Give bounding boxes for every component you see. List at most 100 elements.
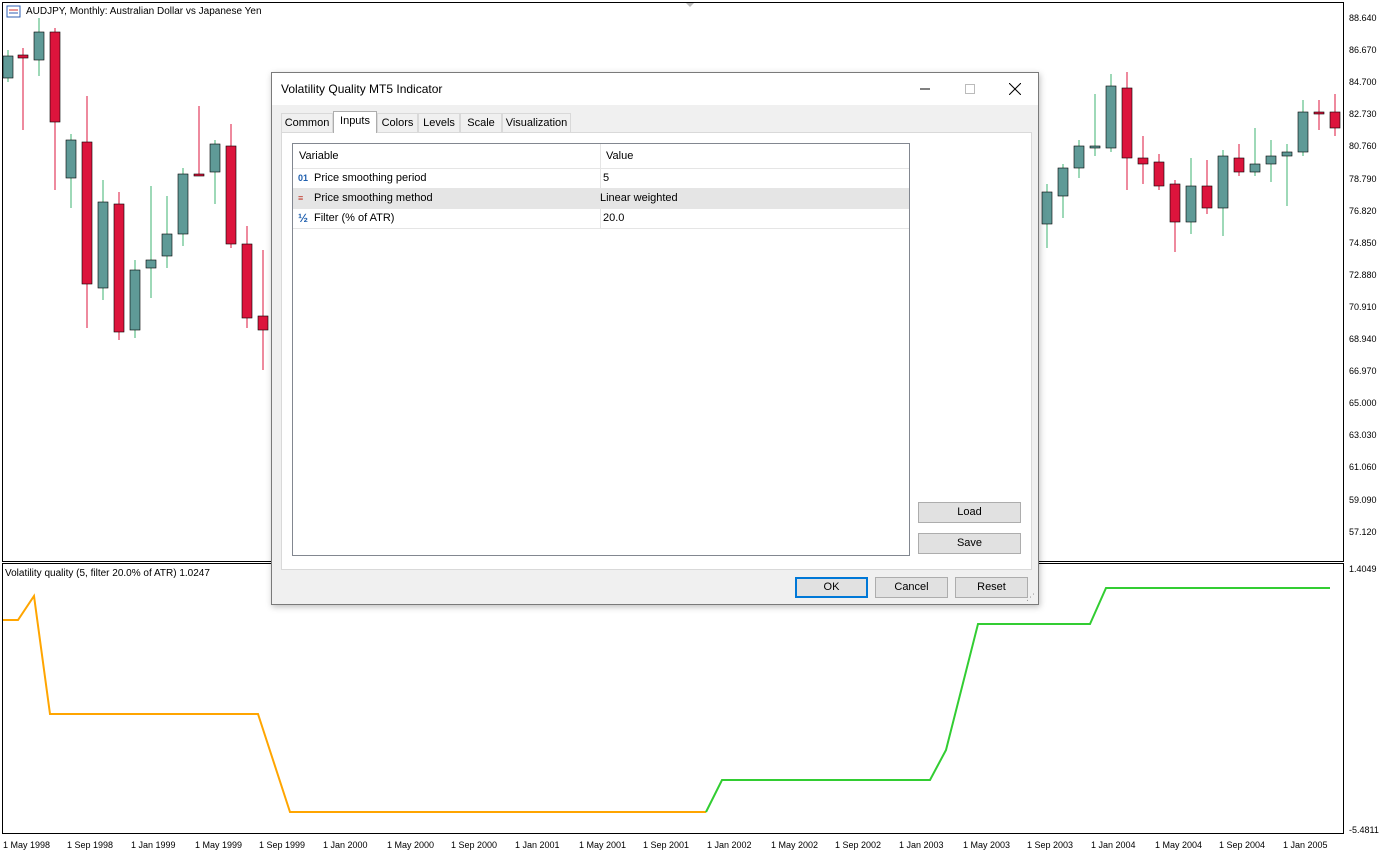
time-axis-label: 1 May 2002 [771, 840, 819, 850]
time-axis-label: 1 Sep 2004 [1219, 840, 1266, 850]
price-axis-label: 76.820 [1349, 205, 1377, 216]
price-axis-label: 68.940 [1349, 334, 1377, 344]
candle-body [225, 145, 237, 245]
price-axis-label: 74.850 [1349, 237, 1377, 248]
price-axis-label: 86.670 [1349, 45, 1377, 56]
price-axis-label: 61.060 [1349, 462, 1377, 473]
candle-body [1137, 157, 1149, 165]
column-separator [600, 169, 601, 188]
candle-body [1041, 191, 1053, 225]
candle-body [241, 243, 253, 319]
price-axis-label: 78.790 [1349, 173, 1377, 184]
time-axis-label: 1 Jan 2000 [323, 840, 368, 850]
price-axis-label: 59.090 [1349, 494, 1377, 505]
candle-body [81, 141, 93, 285]
time-axis-label: 1 Sep 2003 [1027, 840, 1074, 850]
time-axis-label: 1 Sep 1999 [259, 840, 306, 850]
dialog-title: Volatility Quality MT5 Indicator [281, 82, 443, 96]
maximize-button[interactable] [947, 73, 993, 105]
candle-body [1249, 163, 1261, 173]
column-separator [600, 209, 601, 228]
input-row-price-smoothing-period[interactable]: 01 Price smoothing period 5 [293, 169, 909, 189]
candle-body [1105, 85, 1117, 149]
column-header-value[interactable]: Value [606, 150, 633, 162]
indicator-title: Volatility quality (5, filter 20.0% of A… [5, 568, 210, 579]
candle-body [1297, 111, 1309, 153]
time-axis-label: 1 May 1999 [195, 840, 243, 850]
candle-body [33, 31, 45, 61]
grid-header: Variable Value [293, 144, 909, 169]
price-axis-label: 57.120 [1349, 526, 1377, 537]
time-axis-label: 1 Sep 1998 [67, 840, 114, 850]
input-variable-label: Filter (% of ATR) [314, 212, 395, 224]
time-axis-label: 1 Jan 2003 [899, 840, 944, 850]
price-axis-label: 82.730 [1349, 109, 1377, 120]
time-axis-label: 1 Jan 2005 [1283, 840, 1328, 850]
candle-body [1313, 111, 1325, 115]
tab-inputs[interactable]: Inputs [333, 111, 377, 133]
tab-common[interactable]: Common [281, 113, 333, 132]
input-value[interactable]: 20.0 [603, 212, 624, 224]
inputs-grid: Variable Value 01 Price smoothing period… [292, 143, 910, 556]
time-axis-label: 1 Sep 2000 [451, 840, 498, 850]
reset-button[interactable]: Reset [955, 577, 1028, 598]
time-axis-label: 1 May 1998 [3, 840, 51, 850]
input-value[interactable]: Linear weighted [600, 192, 678, 204]
candle-body [65, 139, 77, 179]
candle-body [1169, 183, 1181, 223]
candle-body [1281, 151, 1293, 157]
indicator-properties-dialog: Volatility Quality MT5 Indicator Common … [271, 72, 1039, 605]
time-axis-label: 1 May 2000 [387, 840, 435, 850]
maximize-icon [965, 84, 975, 94]
time-axis-label: 1 May 2001 [579, 840, 627, 850]
save-button[interactable]: Save [918, 533, 1021, 554]
price-axis-label: 66.970 [1349, 366, 1377, 377]
time-axis-label: 1 Jan 2004 [1091, 840, 1136, 850]
input-variable-label: Price smoothing method [314, 192, 433, 204]
tab-levels[interactable]: Levels [418, 113, 460, 132]
sub-chart-bottom-label: -5.4811 [1349, 825, 1379, 835]
column-header-variable[interactable]: Variable [299, 150, 339, 162]
candle-body [49, 31, 61, 123]
tab-colors[interactable]: Colors [377, 113, 418, 132]
candle-body [1265, 155, 1277, 165]
candle-body [129, 269, 141, 331]
candle-body [1233, 157, 1245, 173]
candle-body [1217, 155, 1229, 209]
input-row-price-smoothing-method[interactable]: ≡ Price smoothing method Linear weighted [293, 189, 909, 209]
minimize-button[interactable] [902, 73, 948, 105]
candle-body [161, 233, 173, 257]
candle-body [177, 173, 189, 235]
dialog-titlebar[interactable]: Volatility Quality MT5 Indicator [272, 73, 1038, 105]
candle-body [1121, 87, 1133, 159]
candle-body [17, 54, 29, 59]
enum-list-icon: ≡ [298, 193, 304, 203]
input-row-filter[interactable]: ½ Filter (% of ATR) 20.0 [293, 209, 909, 229]
load-button[interactable]: Load [918, 502, 1021, 523]
volatility-quality-line-up [705, 587, 1330, 813]
candle-body [145, 259, 157, 269]
cancel-button[interactable]: Cancel [875, 577, 948, 598]
tab-scale[interactable]: Scale [460, 113, 502, 132]
time-axis-label: 1 Jan 2001 [515, 840, 560, 850]
candle-body [1073, 145, 1085, 169]
ok-button[interactable]: OK [795, 577, 868, 598]
price-axis-label: 88.640 [1349, 13, 1377, 23]
price-axis-label: 72.880 [1349, 269, 1377, 280]
tab-visualization[interactable]: Visualization [502, 113, 571, 132]
resize-grip-icon[interactable]: ⋰ [1026, 592, 1036, 602]
minimize-icon [920, 88, 930, 90]
time-axis-label: 1 May 2004 [1155, 840, 1203, 850]
candle-body [1153, 161, 1165, 187]
input-value[interactable]: 5 [603, 172, 609, 184]
price-axis-label: 84.700 [1349, 77, 1377, 88]
price-axis-label: 65.000 [1349, 398, 1377, 409]
close-icon [1009, 83, 1021, 95]
column-separator[interactable] [600, 144, 601, 168]
candle-body [1057, 167, 1069, 197]
close-button[interactable] [992, 73, 1038, 105]
candle-body [193, 173, 205, 177]
chart-shift-marker [686, 3, 694, 7]
candle-body [1185, 185, 1197, 223]
candle-body [257, 315, 269, 331]
